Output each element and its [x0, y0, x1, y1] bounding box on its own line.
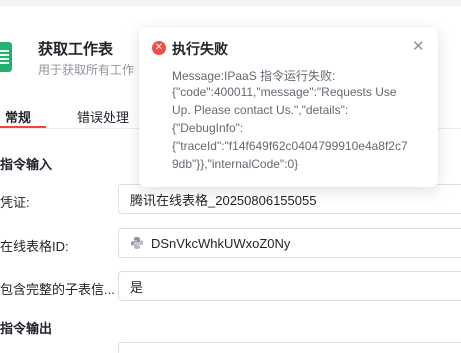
- top-bar: [0, 0, 461, 6]
- close-icon[interactable]: ✕: [412, 37, 425, 55]
- sheet-id-value: DSnVkcWhkUWxoZ0Ny: [151, 235, 291, 251]
- sheet-id-input[interactable]: DSnVkcWhkUWxoZ0Ny: [118, 228, 461, 258]
- action-description: 用于获取所有工作: [38, 63, 135, 77]
- action-config-panel: 获取工作表 用于获取所有工作 常规 错误处理 指令输入 凭证: 腾讯在线表格_2…: [0, 0, 461, 353]
- error-message-line: {"traceId":"f14f649f62c0404799910e4a8f2c…: [172, 139, 408, 153]
- python-icon: [130, 236, 144, 250]
- include-subsheet-select[interactable]: 是: [118, 271, 461, 301]
- action-title: 获取工作表: [38, 41, 114, 58]
- credential-label: 凭证:: [0, 195, 30, 210]
- error-title: 执行失败: [172, 41, 228, 57]
- error-message-line: Up. Please contact Us.","details":: [172, 103, 349, 117]
- spreadsheet-icon: [0, 42, 12, 72]
- error-message-line: Message:IPaaS 指令运行失败:: [172, 69, 336, 83]
- sheet-id-label: 在线表格ID:: [0, 239, 69, 254]
- tab-general[interactable]: 常规: [5, 107, 31, 126]
- error-message-line: {"DebugInfo":: [172, 121, 244, 135]
- include-subsheet-value: 是: [130, 279, 144, 295]
- error-message-line: {"code":400011,"message":"Requests Use: [172, 85, 397, 99]
- tab-error-handling[interactable]: 错误处理: [77, 107, 129, 126]
- credential-select[interactable]: 腾讯在线表格_20250806155055: [118, 184, 461, 214]
- section-output-title: 指令输出: [0, 321, 53, 336]
- error-notification: ✕ 执行失败 ✕ Message:IPaaS 指令运行失败: {"code":4…: [139, 27, 438, 187]
- section-input-title: 指令输入: [0, 157, 53, 172]
- include-subsheet-label: 包含完整的子表信...: [0, 282, 115, 297]
- error-message-line: 9db"}},"internalCode":0}: [172, 157, 299, 171]
- error-icon: ✕: [152, 41, 166, 55]
- credential-value: 腾讯在线表格_20250806155055: [130, 192, 317, 208]
